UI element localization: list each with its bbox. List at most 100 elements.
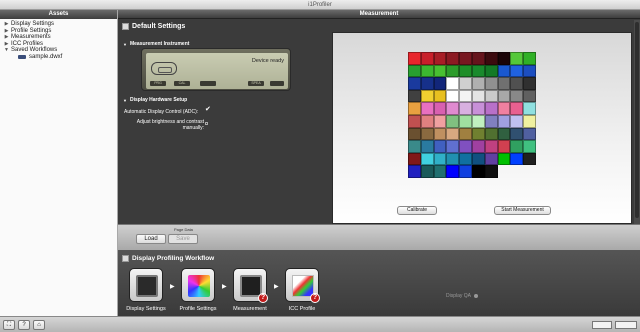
color-patch <box>459 89 472 103</box>
fullscreen-button[interactable]: ⛶ <box>3 320 15 330</box>
collapse-arrow-icon[interactable]: ▼ <box>123 98 127 103</box>
color-patch <box>472 52 485 65</box>
color-patch <box>484 77 498 90</box>
color-patch <box>408 152 421 166</box>
color-patch <box>523 140 536 153</box>
color-patch <box>420 165 434 178</box>
color-patch <box>408 52 421 65</box>
start-measurement-button[interactable]: Start Measurement <box>494 206 551 215</box>
assets-header: Assets <box>0 10 117 19</box>
tree-item-label: sample.dwxf <box>29 53 63 60</box>
color-patch <box>510 102 524 115</box>
color-patch <box>433 115 447 128</box>
color-patch <box>484 52 498 65</box>
window-title: i1Profiler <box>308 2 332 8</box>
color-patch <box>523 89 536 103</box>
color-patch <box>459 52 472 65</box>
color-patch <box>472 102 485 115</box>
color-patch <box>446 152 460 166</box>
calibrate-button[interactable]: Calibrate <box>397 206 437 215</box>
measurement-icon[interactable]: ? <box>233 268 268 303</box>
main-area: Measurement Default Settings ▼ Measureme… <box>118 10 640 326</box>
arrow-right-icon: ▶ <box>274 284 279 290</box>
workflow-step-icc-profile[interactable]: ? ICC Profile <box>280 268 324 322</box>
adc-label: Automatic Display Control (ADC): <box>124 109 199 115</box>
color-patch <box>497 152 511 166</box>
help-button[interactable]: ? <box>18 320 30 330</box>
color-patch <box>408 102 421 115</box>
color-patch <box>484 127 498 141</box>
color-patch <box>446 52 460 65</box>
color-patch <box>472 165 485 178</box>
workflow-title: Display Profiling Workflow <box>122 255 214 262</box>
color-patch <box>420 115 434 128</box>
color-patch <box>510 77 524 90</box>
assets-pane: Assets ▶ Display Settings ▶ Profile Sett… <box>0 10 118 316</box>
instrument-section-header[interactable]: ▼ Measurement Instrument <box>123 41 189 47</box>
vertical-scrollbar[interactable] <box>634 20 640 224</box>
color-patch <box>510 127 524 141</box>
collapse-arrow-icon[interactable]: ▼ <box>123 42 127 47</box>
workflow-step-label: ICC Profile <box>288 306 316 312</box>
instrument-button-blank <box>270 81 284 86</box>
home-button[interactable]: ⌂ <box>33 320 45 330</box>
display-settings-icon[interactable] <box>129 268 163 302</box>
load-button[interactable]: Load <box>136 234 166 244</box>
color-patch <box>446 102 460 115</box>
color-patch <box>510 89 524 103</box>
color-patch <box>433 152 447 166</box>
color-patch <box>420 89 434 103</box>
color-patch <box>433 52 447 65</box>
brightness-checkbox[interactable] <box>205 122 208 125</box>
settings-icon <box>122 23 129 30</box>
color-patch <box>497 64 511 78</box>
color-patch <box>420 140 434 153</box>
color-patch <box>433 127 447 141</box>
collapse-arrow-icon[interactable]: ▼ <box>2 47 11 54</box>
instrument-button-blank <box>200 81 216 86</box>
hardware-section-header[interactable]: ▼ Display Hardware Setup <box>123 97 187 103</box>
scroll-thumb[interactable] <box>635 22 639 218</box>
tree-item-file[interactable]: sample.dwxf <box>2 54 117 61</box>
color-patch <box>472 115 485 128</box>
workflow-title-label: Display Profiling Workflow <box>132 255 215 262</box>
workflow-file-icon <box>18 54 26 59</box>
color-patch <box>446 140 460 153</box>
color-patch <box>433 89 447 103</box>
page-data-strip: Page Data Load Save <box>118 224 640 250</box>
color-patch <box>446 64 460 78</box>
icc-profile-icon[interactable]: ? <box>285 268 320 303</box>
color-patch <box>484 102 498 115</box>
color-patch <box>523 52 536 65</box>
instrument-button-spea: SPEA <box>248 81 264 86</box>
color-patch <box>497 102 511 115</box>
workflow-step-measurement[interactable]: ? Measurement <box>228 268 272 322</box>
page-data-label: Page Data <box>174 227 193 232</box>
color-patch <box>497 115 511 128</box>
brand-logo-2 <box>615 321 637 329</box>
instrument-screen: Device ready PRG CAL SPEA <box>146 53 288 89</box>
color-patch <box>510 64 524 78</box>
add-icon <box>474 294 479 298</box>
workflow-step-profile-settings[interactable]: Profile Settings <box>176 268 220 322</box>
workflow-step-label: Display Settings <box>126 306 166 312</box>
color-patch <box>484 115 498 128</box>
color-patch <box>420 52 434 65</box>
instrument-button-cal: CAL <box>174 81 190 86</box>
display-qa-link[interactable]: Display QA <box>446 293 479 299</box>
save-button[interactable]: Save <box>168 234 198 244</box>
color-patch <box>510 140 524 153</box>
settings-title: Default Settings <box>122 23 185 30</box>
profile-settings-icon[interactable] <box>181 268 215 302</box>
color-patch <box>523 152 536 166</box>
workflow-step-display-settings[interactable]: Display Settings <box>124 268 168 322</box>
adc-checkbox[interactable]: ✔ <box>205 106 211 113</box>
color-patch <box>433 140 447 153</box>
color-patch <box>408 140 421 153</box>
color-patch <box>472 152 485 166</box>
color-patch <box>459 102 472 115</box>
color-patch <box>446 77 460 90</box>
color-patch <box>497 77 511 90</box>
color-patch <box>497 140 511 153</box>
color-patch <box>459 64 472 78</box>
